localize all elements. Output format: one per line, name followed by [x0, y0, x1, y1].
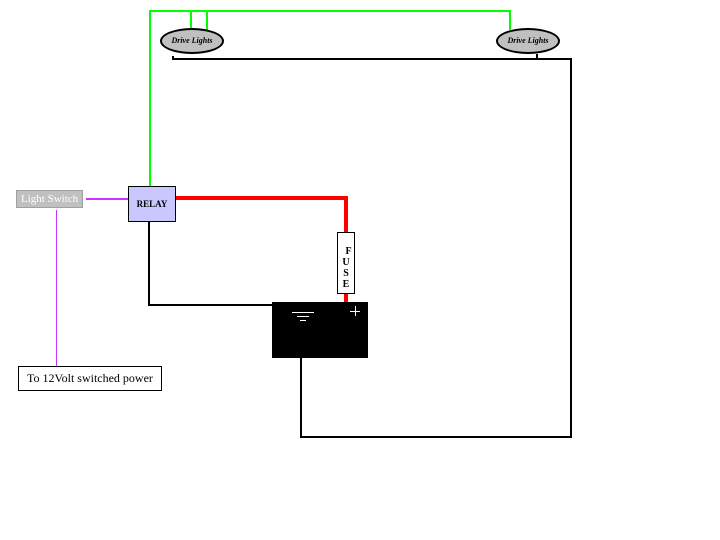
wire-red-down-to-fuse	[344, 196, 348, 232]
relay-box: RELAY	[128, 186, 176, 222]
wire-green-drop-left2	[206, 10, 208, 30]
drive-light-right-label: Drive Lights	[507, 37, 548, 45]
battery-neg-bar2	[297, 316, 309, 317]
light-switch-box: Light Switch	[16, 190, 83, 208]
wire-black-right-down	[570, 58, 572, 438]
wire-green-relay-up	[149, 10, 151, 186]
fuse-label: F U S E	[342, 246, 351, 290]
wire-purple-switch-to-relay	[86, 198, 130, 200]
light-switch-label: Light Switch	[21, 193, 78, 205]
battery-block	[272, 302, 368, 358]
label-12v-box: To 12Volt switched power	[18, 366, 162, 391]
wire-green-drop-right	[509, 10, 511, 30]
battery-neg-bar1	[292, 312, 314, 313]
fuse-box: F U S E	[337, 232, 355, 294]
wire-black-bottom-h	[300, 436, 572, 438]
drive-light-left-label: Drive Lights	[171, 37, 212, 45]
wire-red-relay-right	[176, 196, 348, 200]
relay-label: RELAY	[137, 199, 168, 209]
wire-black-relay-down	[148, 222, 150, 306]
wire-black-top-h	[172, 58, 572, 60]
label-12v-text: To 12Volt switched power	[27, 371, 153, 385]
drive-light-right: Drive Lights	[496, 28, 560, 54]
drive-light-left: Drive Lights	[160, 28, 224, 54]
wire-black-up-to-batt	[300, 356, 302, 438]
wire-green-top-rail	[149, 10, 511, 12]
wire-green-drop-left	[190, 10, 192, 30]
battery-plus-v	[355, 306, 356, 316]
wire-purple-switch-down	[56, 210, 57, 366]
wire-black-right-light-down	[536, 54, 538, 60]
battery-neg-bar3	[300, 320, 306, 321]
